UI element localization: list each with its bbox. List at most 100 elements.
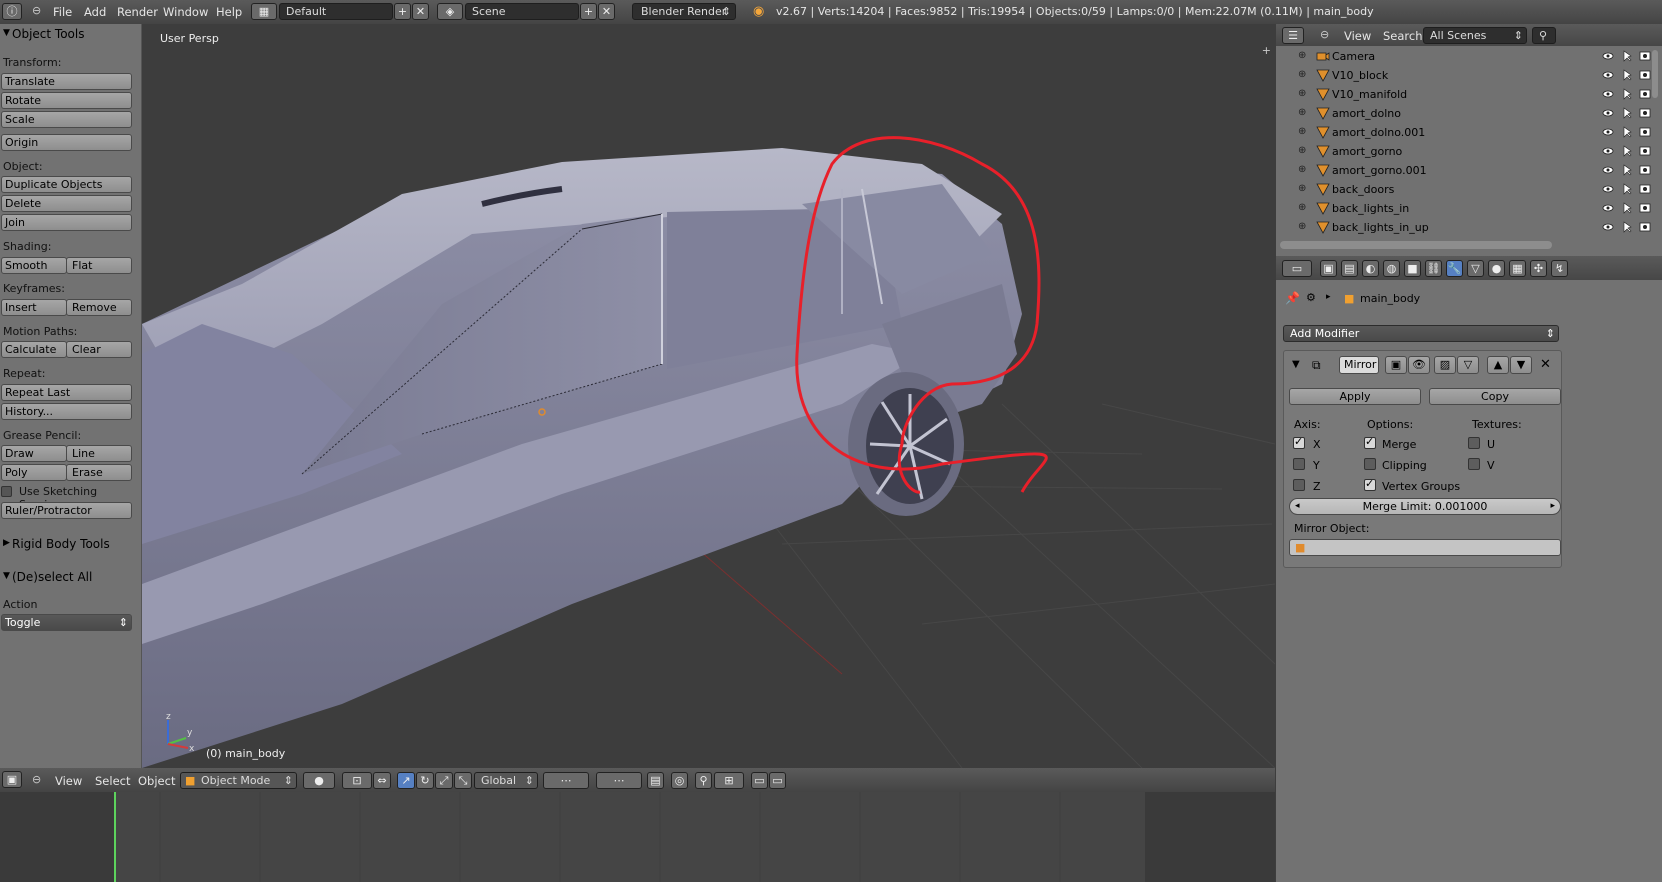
texture-u-checkbox[interactable] xyxy=(1468,437,1480,449)
menu-select[interactable]: Select xyxy=(95,774,130,788)
outliner-item-name[interactable]: back_lights_in xyxy=(1332,202,1409,215)
expand-plus-icon[interactable]: ⊕ xyxy=(1298,50,1306,61)
visibility-toggles[interactable] xyxy=(1600,106,1656,120)
timeline[interactable] xyxy=(0,792,1275,882)
delete-button[interactable]: Delete xyxy=(1,195,132,212)
outliner-item-name[interactable]: amort_dolno xyxy=(1332,107,1401,120)
menu-add[interactable]: Add xyxy=(84,5,106,19)
tab-data-icon[interactable]: ▽ xyxy=(1467,260,1484,277)
outliner-item-name[interactable]: amort_dolno.001 xyxy=(1332,126,1425,139)
increment-arrow-icon[interactable]: ▸ xyxy=(1550,499,1555,514)
ruler-protractor-button[interactable]: Ruler/Protractor xyxy=(1,502,132,519)
layout-screen-icon[interactable]: ▦ xyxy=(251,3,277,20)
remove-scene-icon[interactable]: ✕ xyxy=(598,3,615,20)
outliner-item[interactable]: ⊕ back_lights_in xyxy=(1276,199,1662,218)
axis-x-checkbox[interactable] xyxy=(1293,435,1305,449)
tab-particles-icon[interactable]: ✣ xyxy=(1530,260,1547,277)
copy-button[interactable]: Copy xyxy=(1429,388,1561,405)
clipping-checkbox[interactable] xyxy=(1364,458,1376,470)
merge-checkbox[interactable] xyxy=(1364,435,1376,449)
tab-texture-icon[interactable]: ▦ xyxy=(1509,260,1526,277)
editor-type-icon[interactable]: ⓘ xyxy=(2,3,22,20)
search-icon[interactable]: ⚲ xyxy=(1532,27,1556,44)
visibility-toggles[interactable] xyxy=(1600,87,1656,101)
pivot-point-icon[interactable]: ⊡ xyxy=(342,772,372,789)
outliner-horizontal-scrollbar[interactable] xyxy=(1280,241,1552,249)
menu-render[interactable]: Render xyxy=(117,5,158,19)
outliner-item[interactable]: ⊕ back_lights_in_up xyxy=(1276,218,1662,237)
outliner-item[interactable]: ⊕ V10_manifold xyxy=(1276,85,1662,104)
flat-button[interactable]: Flat xyxy=(66,257,132,274)
viewport-split-icon[interactable]: + xyxy=(1262,44,1271,57)
expand-plus-icon[interactable]: ⊕ xyxy=(1298,164,1306,175)
expand-plus-icon[interactable]: ⊕ xyxy=(1298,69,1306,80)
scale-button[interactable]: Scale xyxy=(1,111,132,128)
outliner-item-name[interactable]: back_lights_in_up xyxy=(1332,221,1429,234)
show-render-icon[interactable]: ▣ xyxy=(1385,356,1407,374)
outliner-item[interactable]: ⊕ amort_dolno xyxy=(1276,104,1662,123)
display-mode-select[interactable]: All Scenes ⇕ xyxy=(1423,27,1527,44)
tab-scene-icon[interactable]: ◐ xyxy=(1362,260,1379,277)
orientation-select[interactable]: Global ⇕ xyxy=(474,772,538,789)
orientation-icon[interactable]: ⤡ xyxy=(454,772,472,789)
move-down-icon[interactable]: ▼ xyxy=(1510,356,1532,374)
tab-physics-icon[interactable]: ↯ xyxy=(1551,260,1568,277)
menu-view[interactable]: View xyxy=(1344,29,1371,43)
scene-field[interactable]: Scene xyxy=(465,3,579,20)
add-modifier-select[interactable]: Add Modifier ⇕ xyxy=(1283,325,1559,342)
apply-button[interactable]: Apply xyxy=(1289,388,1421,405)
tab-world-icon[interactable]: ◍ xyxy=(1383,260,1400,277)
duplicate-objects-button[interactable]: Duplicate Objects xyxy=(1,176,132,193)
collapse-menu-icon[interactable]: ⊖ xyxy=(32,4,41,17)
expand-plus-icon[interactable]: ⊕ xyxy=(1298,202,1306,213)
remove-modifier-icon[interactable]: ✕ xyxy=(1540,357,1551,372)
editor-type-icon[interactable]: ▣ xyxy=(2,771,22,788)
expand-plus-icon[interactable]: ⊕ xyxy=(1298,221,1306,232)
decrement-arrow-icon[interactable]: ◂ xyxy=(1295,499,1300,514)
3d-viewport[interactable]: z y x User Persp (0) main_body + xyxy=(142,24,1275,768)
expand-plus-icon[interactable]: ⊕ xyxy=(1298,88,1306,99)
tab-modifiers-icon[interactable]: 🔧 xyxy=(1446,260,1463,277)
deselect-all-header[interactable]: ▼ (De)select All xyxy=(0,567,141,587)
translate-manipulator-icon[interactable]: ↗ xyxy=(397,772,415,789)
texture-v-checkbox[interactable] xyxy=(1468,458,1480,470)
proportional-edit-icon[interactable]: ◎ xyxy=(671,772,688,789)
outliner-item-name[interactable]: Camera xyxy=(1332,50,1375,63)
visibility-toggles[interactable] xyxy=(1600,163,1656,177)
collapse-menu-icon[interactable]: ⊖ xyxy=(32,773,41,786)
origin-button[interactable]: Origin xyxy=(1,134,132,151)
expand-plus-icon[interactable]: ⊕ xyxy=(1298,126,1306,137)
layout-field[interactable]: Default xyxy=(279,3,393,20)
pin-icon[interactable]: 📌 xyxy=(1285,291,1300,305)
visibility-toggles[interactable] xyxy=(1600,182,1656,196)
show-cage-icon[interactable]: ▽ xyxy=(1457,356,1479,374)
modifier-expand-icon[interactable]: ▼ xyxy=(1292,359,1300,370)
layers-grid-a[interactable]: ⋯ xyxy=(543,772,589,789)
outliner-item[interactable]: ⊕ back_doors xyxy=(1276,180,1662,199)
tab-render-layers-icon[interactable]: ▤ xyxy=(1341,260,1358,277)
visibility-toggles[interactable] xyxy=(1600,220,1656,234)
outliner-item[interactable]: ⊕ V10_block xyxy=(1276,66,1662,85)
modifier-name-field[interactable]: Mirror xyxy=(1339,356,1379,374)
history-button[interactable]: History... xyxy=(1,403,132,420)
menu-search[interactable]: Search xyxy=(1383,29,1423,43)
translate-button[interactable]: Translate xyxy=(1,73,132,90)
tab-render-icon[interactable]: ▣ xyxy=(1320,260,1337,277)
menu-view[interactable]: View xyxy=(55,774,82,788)
scene-icon[interactable]: ◈ xyxy=(437,3,463,20)
axis-z-checkbox[interactable] xyxy=(1293,479,1305,491)
rotate-button[interactable]: Rotate xyxy=(1,92,132,109)
rigid-body-tools-header[interactable]: ▶ Rigid Body Tools xyxy=(0,534,141,554)
snap-toggle-icon[interactable]: ⚲ xyxy=(695,772,712,789)
clear-button[interactable]: Clear xyxy=(66,341,132,358)
visibility-toggles[interactable] xyxy=(1600,201,1656,215)
viewport-shading-icon[interactable]: ● xyxy=(303,772,335,789)
show-editmode-icon[interactable]: ▨ xyxy=(1434,356,1456,374)
menu-help[interactable]: Help xyxy=(216,5,242,19)
move-up-icon[interactable]: ▲ xyxy=(1487,356,1509,374)
tab-constraints-icon[interactable]: ⛓ xyxy=(1425,260,1442,277)
repeat-last-button[interactable]: Repeat Last xyxy=(1,384,132,401)
render-animation-icon[interactable]: ▭ xyxy=(769,772,786,789)
outliner-item[interactable]: ⊕ amort_gorno.001 xyxy=(1276,161,1662,180)
editor-type-icon[interactable]: ▭ xyxy=(1282,260,1312,277)
